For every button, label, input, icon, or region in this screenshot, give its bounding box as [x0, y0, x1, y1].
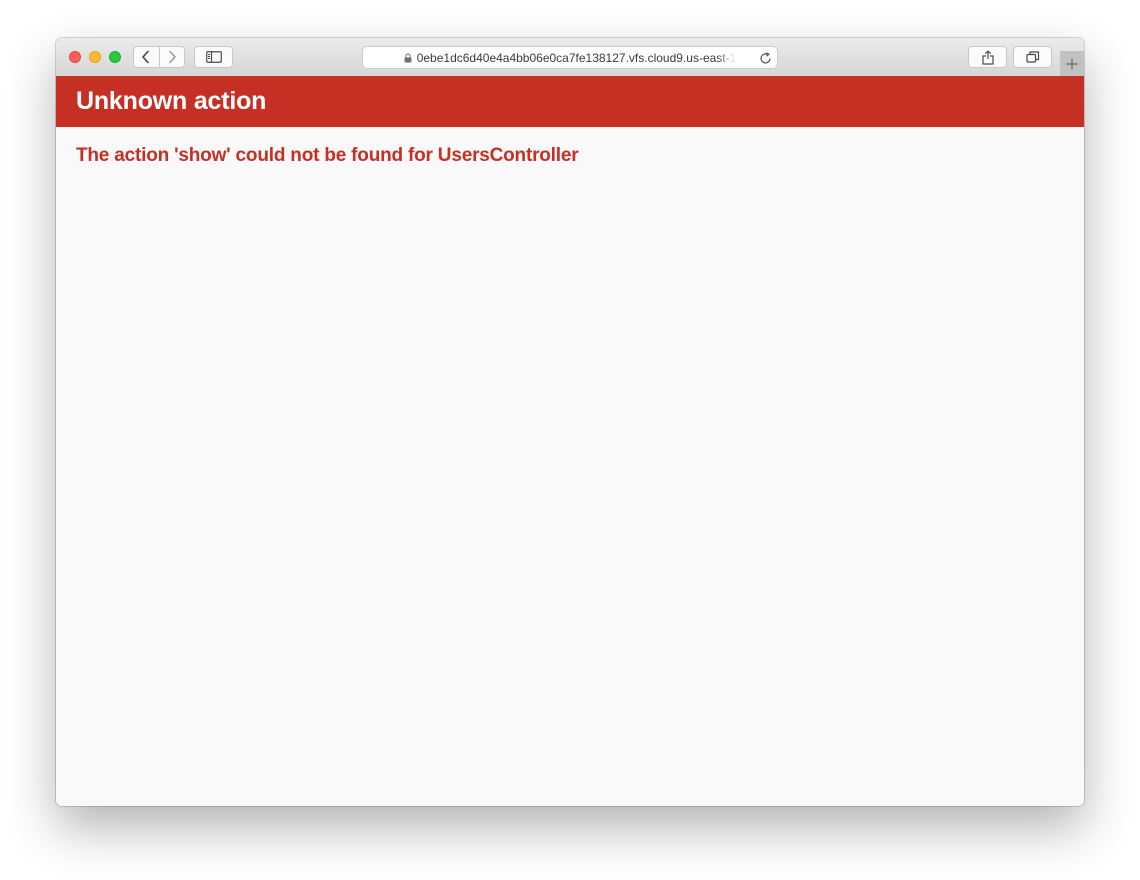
share-button[interactable]: [968, 46, 1007, 68]
sidebar-toggle-button[interactable]: [194, 46, 233, 68]
chevron-right-icon: [168, 50, 176, 64]
navigation-buttons: [133, 46, 185, 68]
url-text: 0ebe1dc6d40e4a4bb06e0ca7fe138127.vfs.clo…: [416, 50, 737, 65]
error-header: Unknown action: [56, 76, 1084, 127]
error-message: The action 'show' could not be found for…: [76, 145, 579, 166]
reload-icon: [759, 51, 771, 64]
reload-button[interactable]: [757, 50, 773, 66]
close-window-button[interactable]: [69, 51, 81, 63]
browser-toolbar: 0ebe1dc6d40e4a4bb06e0ca7fe138127.vfs.clo…: [56, 38, 1084, 77]
maximize-window-button[interactable]: [109, 51, 121, 63]
browser-window: 0ebe1dc6d40e4a4bb06e0ca7fe138127.vfs.clo…: [56, 38, 1084, 806]
page-content: Unknown action The action 'show' could n…: [56, 76, 1084, 806]
sidebar-icon: [205, 51, 222, 63]
tab-overview-button[interactable]: [1013, 46, 1052, 68]
forward-button[interactable]: [158, 47, 185, 67]
minimize-window-button[interactable]: [89, 51, 101, 63]
address-bar[interactable]: 0ebe1dc6d40e4a4bb06e0ca7fe138127.vfs.clo…: [362, 46, 778, 69]
tabs-overview-icon: [1025, 51, 1039, 63]
chevron-left-icon: [142, 50, 150, 64]
lock-icon: [404, 52, 412, 63]
share-icon: [981, 49, 994, 65]
new-tab-button[interactable]: [1060, 51, 1084, 76]
page-title: Unknown action: [76, 87, 267, 115]
back-button[interactable]: [134, 47, 159, 67]
plus-icon: [1066, 58, 1078, 69]
